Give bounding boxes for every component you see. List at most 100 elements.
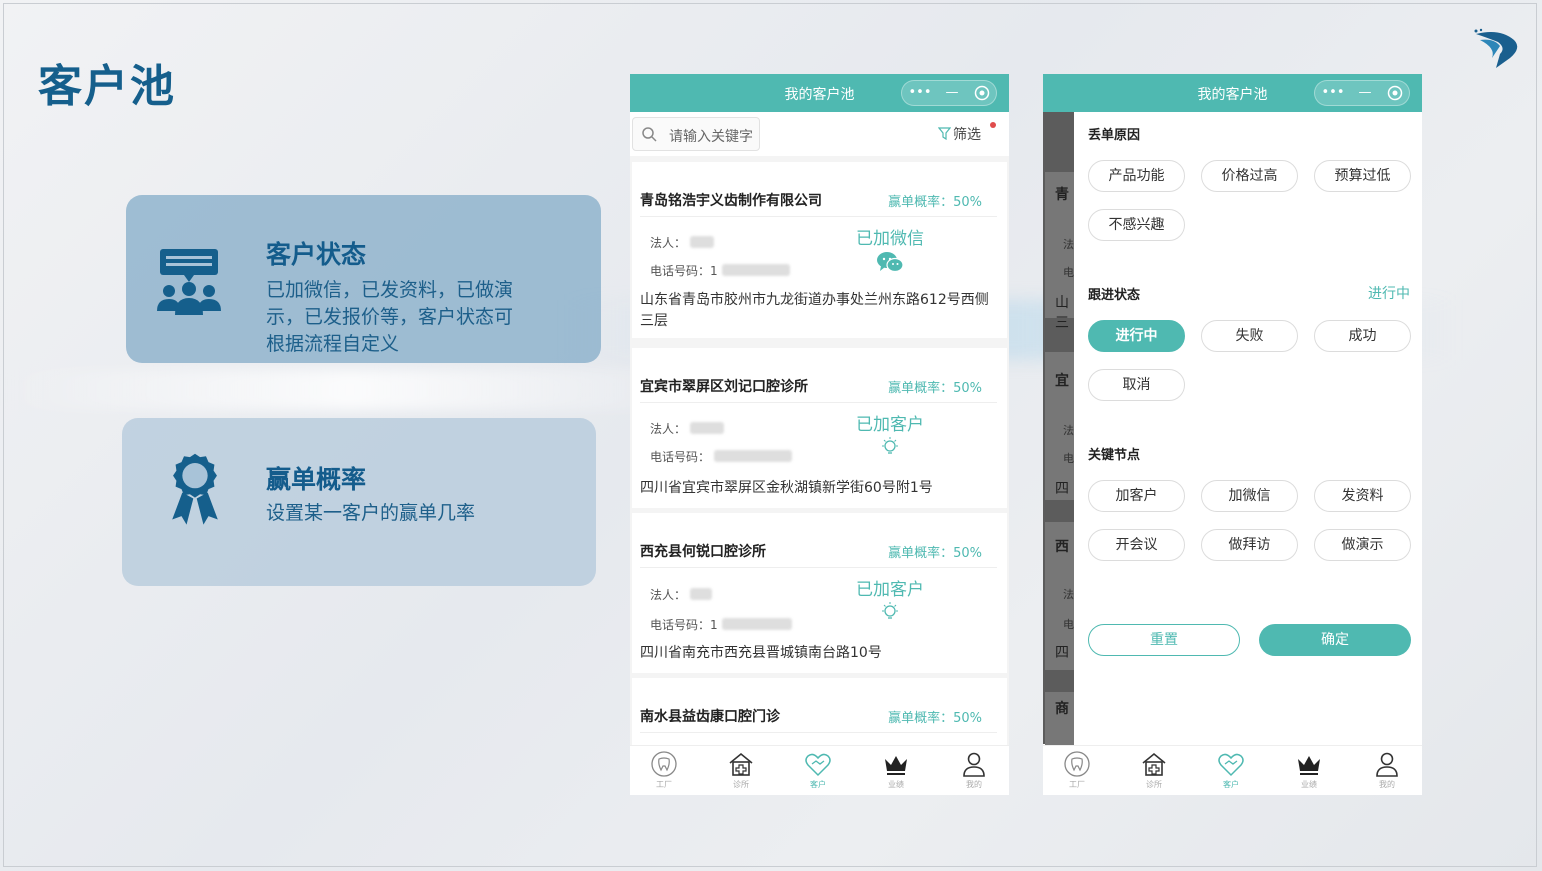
customer-status: 已加客户	[856, 580, 924, 600]
overlay-text: 电	[1063, 266, 1074, 279]
presentation-people-icon	[157, 249, 221, 315]
confirm-button[interactable]: 确定	[1259, 624, 1411, 656]
filter-panel: 丢单原因 产品功能 价格过高 预算过低 不感兴趣 跟进状态 进行中 进行中 失败…	[1074, 112, 1422, 744]
feature-title: 客户状态	[266, 240, 367, 269]
page-title: 客户池	[38, 61, 176, 112]
bottom-tabbar: 工厂 诊所 客户 业绩 我的	[1043, 745, 1422, 795]
tab-customer[interactable]: 客户	[798, 750, 838, 790]
close-circle-icon[interactable]	[1379, 81, 1411, 105]
brand-logo-icon	[1474, 28, 1518, 68]
modal-overlay[interactable]: 青 法 电 山 三 宜 法 电 四 西 法 电 四 商	[1043, 112, 1074, 752]
chip-key-node[interactable]: 发资料	[1314, 480, 1411, 512]
overlay-text: 法	[1063, 238, 1074, 251]
overlay-text: 法	[1063, 588, 1074, 601]
tab-factory[interactable]: 工厂	[1057, 750, 1097, 790]
chip-lost-reason[interactable]: 不感兴趣	[1088, 209, 1185, 241]
reset-button[interactable]: 重置	[1088, 624, 1240, 656]
customer-status: 已加微信	[856, 229, 924, 249]
chip-lost-reason[interactable]: 预算过低	[1314, 160, 1411, 192]
feature-description: 设置某一客户的赢单几率	[266, 502, 476, 524]
tooth-icon	[651, 751, 677, 777]
search-icon	[642, 127, 657, 142]
minimize-icon[interactable]: —	[1349, 81, 1381, 105]
app-header: 我的客户池 ••• —	[1043, 74, 1422, 112]
tab-performance[interactable]: 业绩	[1289, 750, 1329, 790]
chip-follow-status[interactable]: 失败	[1201, 320, 1298, 352]
chip-key-node[interactable]: 加客户	[1088, 480, 1185, 512]
search-placeholder: 请输入关键字	[669, 129, 753, 145]
tooth-icon	[1064, 751, 1090, 777]
search-input[interactable]: 请输入关键字	[632, 117, 760, 151]
divider	[640, 567, 997, 568]
customer-address: 山东省青岛市胶州市九龙街道办事处兰州东路612号西侧三层	[640, 292, 989, 329]
phone-number: 电话号码：1	[650, 616, 792, 633]
tab-clinic[interactable]: 诊所	[721, 750, 761, 790]
feature-description: 已加微信，已发资料，已做演示，已发报价等，客户状态可根据流程自定义	[266, 279, 514, 355]
follow-status-current: 进行中	[1368, 286, 1410, 302]
section-title-lost-reason: 丢单原因	[1088, 128, 1141, 143]
filter-badge-dot	[990, 122, 996, 128]
legal-person: 法人：	[650, 586, 713, 603]
crown-icon	[885, 756, 907, 775]
list-item[interactable]: 南水县益齿康口腔门诊 赢单概率：50%	[632, 678, 1007, 746]
clinic-icon	[1142, 752, 1166, 776]
divider	[640, 402, 997, 403]
chip-follow-status[interactable]: 取消	[1088, 369, 1185, 401]
section-title-follow-status: 跟进状态	[1088, 288, 1141, 303]
overlay-text: 三	[1055, 315, 1069, 331]
decorative-glow	[0, 370, 700, 410]
overlay-text: 山	[1055, 295, 1069, 311]
customer-list[interactable]: 青岛铭浩宇义齿制作有限公司 赢单概率：50% 法人： 电话号码：1 已加微信 山…	[630, 156, 1009, 746]
lightbulb-icon	[882, 602, 898, 619]
overlay-text: 青	[1055, 187, 1069, 203]
tab-mine[interactable]: 我的	[954, 750, 994, 790]
award-ribbon-icon	[172, 453, 218, 525]
more-icon[interactable]: •••	[1317, 81, 1349, 105]
feature-title: 赢单概率	[266, 465, 367, 494]
overlay-text: 四	[1055, 481, 1069, 497]
chip-lost-reason[interactable]: 价格过高	[1201, 160, 1298, 192]
chip-follow-status[interactable]: 进行中	[1088, 320, 1185, 352]
overlay-text: 西	[1055, 539, 1069, 555]
handshake-heart-icon	[1218, 753, 1244, 777]
more-icon[interactable]: •••	[904, 81, 936, 105]
overlay-text: 电	[1063, 452, 1074, 465]
customer-address: 四川省宜宾市翠屏区金秋湖镇新学街60号附1号	[640, 480, 933, 496]
divider	[640, 216, 997, 217]
chip-key-node[interactable]: 开会议	[1088, 529, 1185, 561]
chip-lost-reason[interactable]: 产品功能	[1088, 160, 1185, 192]
close-circle-icon[interactable]	[966, 81, 998, 105]
minimize-icon[interactable]: —	[936, 81, 968, 105]
filter-button[interactable]: 筛选	[938, 124, 981, 144]
overlay-text: 四	[1055, 645, 1069, 661]
win-rate: 赢单概率：50%	[888, 195, 982, 210]
miniapp-capsule: ••• —	[901, 80, 997, 106]
chip-follow-status[interactable]: 成功	[1314, 320, 1411, 352]
list-item[interactable]: 宜宾市翠屏区刘记口腔诊所 赢单概率：50% 法人： 电话号码： 已加客户 四川省…	[632, 348, 1007, 508]
user-icon	[963, 752, 985, 777]
tab-factory[interactable]: 工厂	[644, 750, 684, 790]
customer-address: 四川省南充市西充县晋城镇南台路10号	[640, 645, 882, 661]
feature-card-win-rate: 赢单概率 设置某一客户的赢单几率	[122, 418, 596, 586]
phone-number: 电话号码：1	[650, 262, 790, 279]
tab-customer[interactable]: 客户	[1211, 750, 1251, 790]
customer-name: 宜宾市翠屏区刘记口腔诊所	[640, 379, 808, 395]
chip-key-node[interactable]: 加微信	[1201, 480, 1298, 512]
customer-name: 南水县益齿康口腔门诊	[640, 709, 780, 725]
chip-key-node[interactable]: 做拜访	[1201, 529, 1298, 561]
overlay-text: 电	[1063, 618, 1074, 631]
legal-person: 法人：	[650, 234, 715, 251]
win-rate: 赢单概率：50%	[888, 381, 982, 396]
overlay-text: 宜	[1055, 373, 1069, 389]
list-item[interactable]: 西充县何锐口腔诊所 赢单概率：50% 法人： 电话号码：1 已加客户 四川省南充…	[632, 513, 1007, 673]
tab-performance[interactable]: 业绩	[876, 750, 916, 790]
customer-name: 西充县何锐口腔诊所	[640, 544, 766, 560]
list-item[interactable]: 青岛铭浩宇义齿制作有限公司 赢单概率：50% 法人： 电话号码：1 已加微信 山…	[632, 162, 1007, 338]
miniapp-capsule: ••• —	[1314, 80, 1410, 106]
tab-clinic[interactable]: 诊所	[1134, 750, 1174, 790]
filter-label: 筛选	[953, 127, 981, 143]
handshake-heart-icon	[805, 753, 831, 777]
chip-key-node[interactable]: 做演示	[1314, 529, 1411, 561]
tab-mine[interactable]: 我的	[1367, 750, 1407, 790]
win-rate: 赢单概率：50%	[888, 546, 982, 561]
